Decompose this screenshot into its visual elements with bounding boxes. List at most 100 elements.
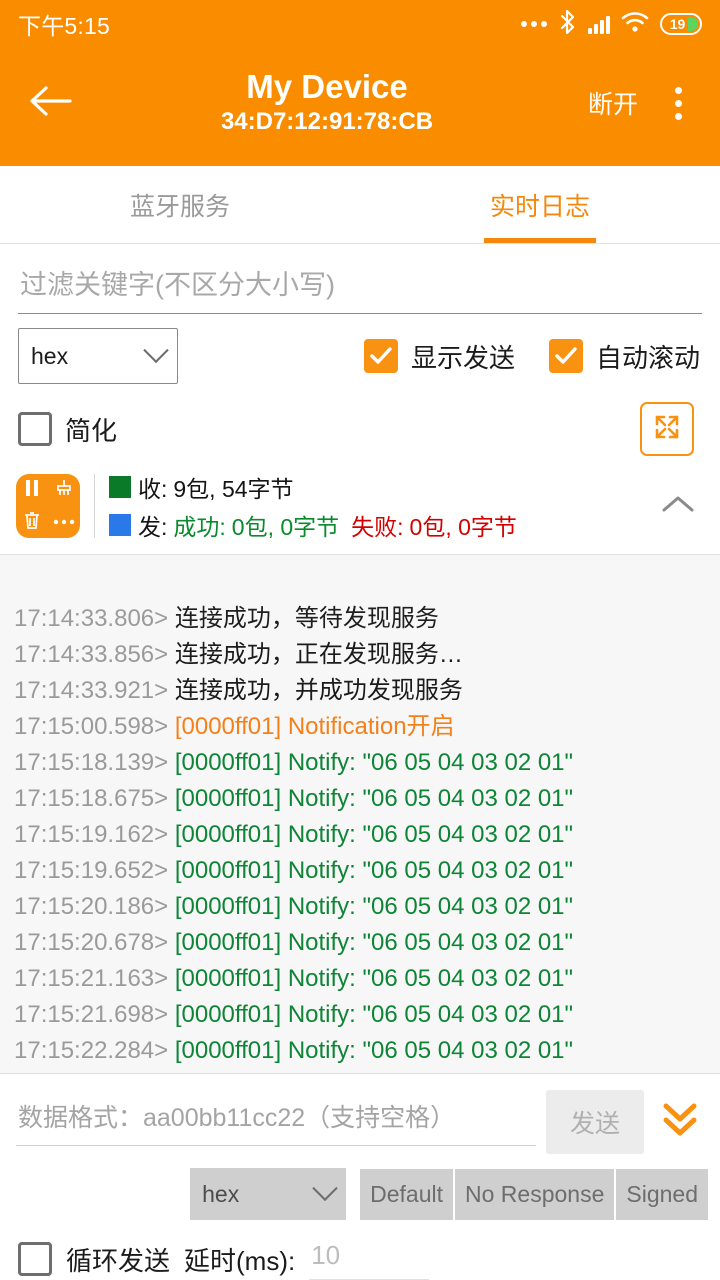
log-message: 连接成功，并成功发现服务 [168, 677, 463, 704]
log-message: [0000ff01] Notify: "06 05 04 03 02 01" [168, 1001, 573, 1028]
tx-color-swatch [109, 514, 131, 536]
status-bar: 下午5:15 19 [0, 0, 720, 48]
delay-label: 延时(ms): [184, 1241, 295, 1278]
log-timestamp: 17:15:21.163> [14, 965, 168, 992]
wifi-icon [621, 11, 649, 38]
rx-color-swatch [109, 476, 131, 498]
send-row: 发送 [0, 1074, 720, 1160]
pause-icon [23, 478, 41, 503]
chevron-down-icon [312, 1176, 337, 1201]
log-timestamp: 17:15:20.186> [14, 893, 168, 920]
log-line: 17:15:00.598> [0000ff01] Notification开启 [14, 709, 706, 745]
collapse-stats-button[interactable] [660, 493, 696, 520]
back-arrow-icon [28, 84, 72, 123]
battery-icon: 19 [660, 13, 702, 35]
checkbox-unchecked-icon [18, 412, 52, 446]
trash-icon [23, 510, 41, 535]
tab-bar: 蓝牙服务 实时日志 [0, 166, 720, 244]
tab-bluetooth-services[interactable]: 蓝牙服务 [0, 166, 360, 243]
broom-clean-icon [54, 478, 74, 503]
log-timestamp: 17:15:19.162> [14, 821, 168, 848]
simplify-checkbox[interactable]: 简化 [18, 411, 117, 448]
log-message: [0000ff01] Notify: "06 05 04 03 02 01" [168, 857, 573, 884]
log-timestamp: 17:15:19.652> [14, 857, 168, 884]
fullscreen-expand-button[interactable] [640, 402, 694, 456]
tx-fail-label: 失败: [351, 508, 403, 542]
device-mac-address: 34:D7:12:91:78:CB [221, 107, 433, 137]
double-chevron-down-icon [660, 1098, 700, 1147]
log-message: 连接成功，正在发现服务… [168, 641, 463, 668]
send-format-select[interactable]: hex [190, 1168, 346, 1220]
write-mode-no-response-button[interactable]: No Response [453, 1169, 614, 1220]
log-line: 17:15:20.678> [0000ff01] Notify: "06 05 … [14, 925, 706, 961]
device-title-block: My Device 34:D7:12:91:78:CB [72, 69, 582, 137]
write-mode-default-button[interactable]: Default [360, 1169, 453, 1220]
log-timestamp: 17:15:20.678> [14, 929, 168, 956]
more-dots-icon [521, 21, 547, 27]
tx-label: 发: [138, 508, 167, 542]
tx-success-value: 0包, 0字节 [232, 508, 339, 542]
loop-send-label: 循环发送 [66, 1241, 170, 1278]
simplify-label: 简化 [65, 411, 117, 448]
status-clock: 下午5:15 [18, 7, 110, 41]
page-title: My Device [246, 69, 407, 106]
disconnect-button[interactable]: 断开 [582, 79, 644, 127]
stats-text-block: 收: 9包, 54字节 发: 成功: 0包, 0字节 失败: 0包, 0字节 [109, 470, 517, 542]
log-message: [0000ff01] Notify: "06 05 04 03 02 01" [168, 893, 573, 920]
send-controls-row: hex Default No Response Signed [0, 1160, 720, 1220]
kebab-menu-icon[interactable] [658, 87, 698, 120]
log-line: 17:15:20.186> [0000ff01] Notify: "06 05 … [14, 889, 706, 925]
log-options-row-1: hex 显示发送 自动滚动 [0, 314, 720, 384]
delay-input[interactable] [309, 1238, 429, 1280]
log-timestamp: 17:15:21.698> [14, 1001, 168, 1028]
bluetooth-icon [558, 9, 577, 40]
log-format-value: hex [31, 343, 147, 370]
chevron-down-icon [143, 338, 168, 363]
filter-input[interactable] [18, 266, 702, 314]
log-message: [0000ff01] Notify: "06 05 04 03 02 01" [168, 965, 573, 992]
more-icon [53, 513, 75, 531]
write-mode-segmented-control: Default No Response Signed [360, 1169, 708, 1220]
log-line: 17:14:33.856> 连接成功，正在发现服务… [14, 637, 706, 673]
log-tools-button[interactable] [16, 474, 80, 538]
loop-send-checkbox[interactable] [18, 1242, 52, 1276]
show-send-label: 显示发送 [411, 338, 515, 375]
log-timestamp: 17:15:22.284> [14, 1037, 168, 1064]
filter-section [0, 244, 720, 314]
log-output-area[interactable]: 17:14:33.806> 连接成功，等待发现服务 17:14:33.856> 连… [0, 554, 720, 1074]
scroll-to-bottom-button[interactable] [654, 1098, 706, 1147]
write-mode-signed-button[interactable]: Signed [614, 1169, 708, 1220]
chevron-up-icon [660, 502, 696, 519]
log-message: [0000ff01] Notify: "06 05 04 03 02 01" [168, 821, 573, 848]
checkbox-checked-icon [549, 339, 583, 373]
log-message: [0000ff01] Notify: "06 05 04 03 02 01" [168, 1037, 573, 1064]
log-line: 17:14:33.921> 连接成功，并成功发现服务 [14, 673, 706, 709]
log-line-list: 17:14:33.806> 连接成功，等待发现服务 17:14:33.856> 连… [14, 601, 706, 1069]
cellular-signal-icon [588, 15, 610, 34]
tab-realtime-log[interactable]: 实时日志 [360, 166, 720, 243]
log-timestamp: 17:15:18.675> [14, 785, 168, 812]
auto-scroll-checkbox[interactable]: 自动滚动 [549, 338, 700, 375]
back-button[interactable] [22, 75, 78, 131]
log-line: 17:15:19.162> [0000ff01] Notify: "06 05 … [14, 817, 706, 853]
log-message: [0000ff01] Notify: "06 05 04 03 02 01" [168, 785, 573, 812]
log-timestamp: 17:14:33.921> [14, 677, 168, 704]
log-line: 17:15:18.675> [0000ff01] Notify: "06 05 … [14, 781, 706, 817]
log-line: 17:15:21.163> [0000ff01] Notify: "06 05 … [14, 961, 706, 997]
log-line: 17:15:22.284> [0000ff01] Notify: "06 05 … [14, 1033, 706, 1069]
rx-stats-line: 收: 9包, 54字节 [109, 470, 517, 504]
log-timestamp: 17:14:33.806> [14, 605, 168, 632]
status-icons: 19 [521, 9, 702, 40]
log-options-row-2: 简化 [0, 384, 720, 456]
battery-level-label: 19 [670, 17, 693, 31]
log-message: [0000ff01] Notify: "06 05 04 03 02 01" [168, 749, 573, 776]
log-format-select[interactable]: hex [18, 328, 178, 384]
send-data-input[interactable] [16, 1098, 536, 1146]
tx-stats-line: 发: 成功: 0包, 0字节 失败: 0包, 0字节 [109, 508, 517, 542]
app-screen: 下午5:15 19 [0, 0, 720, 1280]
rx-label: 收: [138, 470, 167, 504]
log-line: 17:15:21.698> [0000ff01] Notify: "06 05 … [14, 997, 706, 1033]
send-button[interactable]: 发送 [546, 1090, 644, 1154]
show-send-checkbox[interactable]: 显示发送 [364, 338, 515, 375]
log-message: 连接成功，等待发现服务 [168, 605, 439, 632]
